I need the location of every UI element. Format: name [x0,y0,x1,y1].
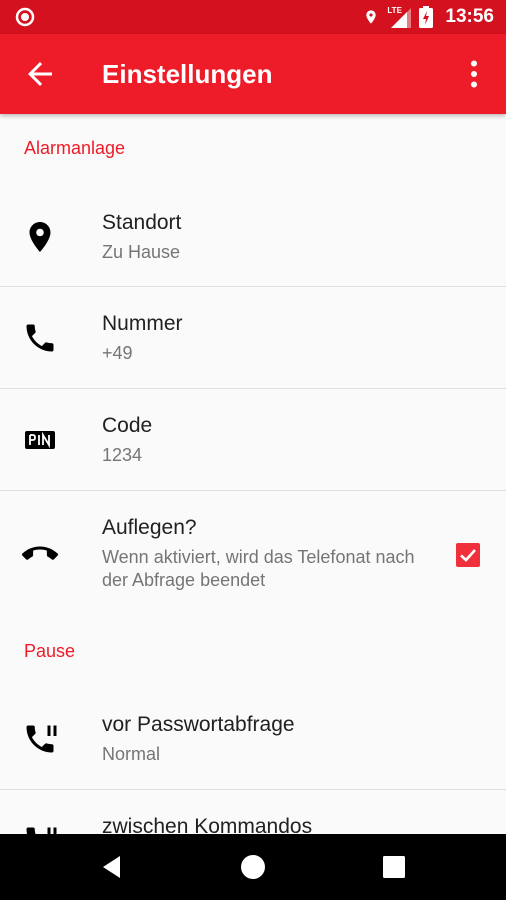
location-status-icon [366,10,377,24]
section-header-pause: Pause [24,641,76,661]
app-bar: Einstellungen [0,34,506,114]
nav-back-icon[interactable] [96,851,128,883]
auflegen-checkbox[interactable] [456,543,480,567]
setting-subtitle: Wenn aktiviert, wird das Telefonat nach … [102,547,415,590]
back-arrow-icon[interactable] [22,56,58,92]
setting-nummer[interactable]: Nummer +49 [0,287,506,388]
setting-vor-passwortabfrage[interactable]: vor Passwortabfrage Normal [0,688,506,789]
setting-title: vor Passwortabfrage [102,713,295,736]
setting-code[interactable]: Code 1234 [0,389,506,490]
pin-icon [25,431,55,449]
hang-up-icon [22,546,58,560]
status-time: 13:56 [445,6,494,27]
phone-paused-icon [26,827,57,834]
page-title: Einstellungen [102,59,273,89]
status-bar: LTE 13:56 [0,0,506,34]
setting-subtitle: 1234 [102,445,143,465]
phone-icon [26,324,54,352]
nav-recents-icon[interactable] [378,851,410,883]
setting-subtitle: Zu Hause [102,242,181,262]
navigation-bar [0,834,506,900]
setting-title: zwischen Kommandos [102,815,313,834]
setting-title: Code [102,414,153,437]
network-signal: LTE [387,6,412,28]
setting-title: Standort [102,211,182,234]
more-options-icon[interactable] [456,56,492,92]
setting-title: Nummer [102,312,183,335]
record-icon [15,7,35,27]
settings-list: Alarmanlage Standort Zu Hause Nummer +49… [0,114,506,834]
section-header-alarmanlage: Alarmanlage [24,138,126,158]
signal-icon [391,8,412,28]
setting-subtitle: +49 [102,343,133,363]
battery-charging-icon [419,6,434,28]
setting-zwischen-kommandos[interactable]: zwischen Kommandos [0,790,506,834]
setting-title: Auflegen? [102,516,197,539]
setting-subtitle: Normal [102,744,161,764]
setting-auflegen[interactable]: Auflegen? Wenn aktiviert, wird das Telef… [0,491,506,619]
nav-home-icon[interactable] [237,851,269,883]
checkmark-icon [460,549,476,562]
phone-paused-icon [26,725,57,753]
location-pin-icon [29,222,51,252]
setting-standort[interactable]: Standort Zu Hause [0,186,506,286]
